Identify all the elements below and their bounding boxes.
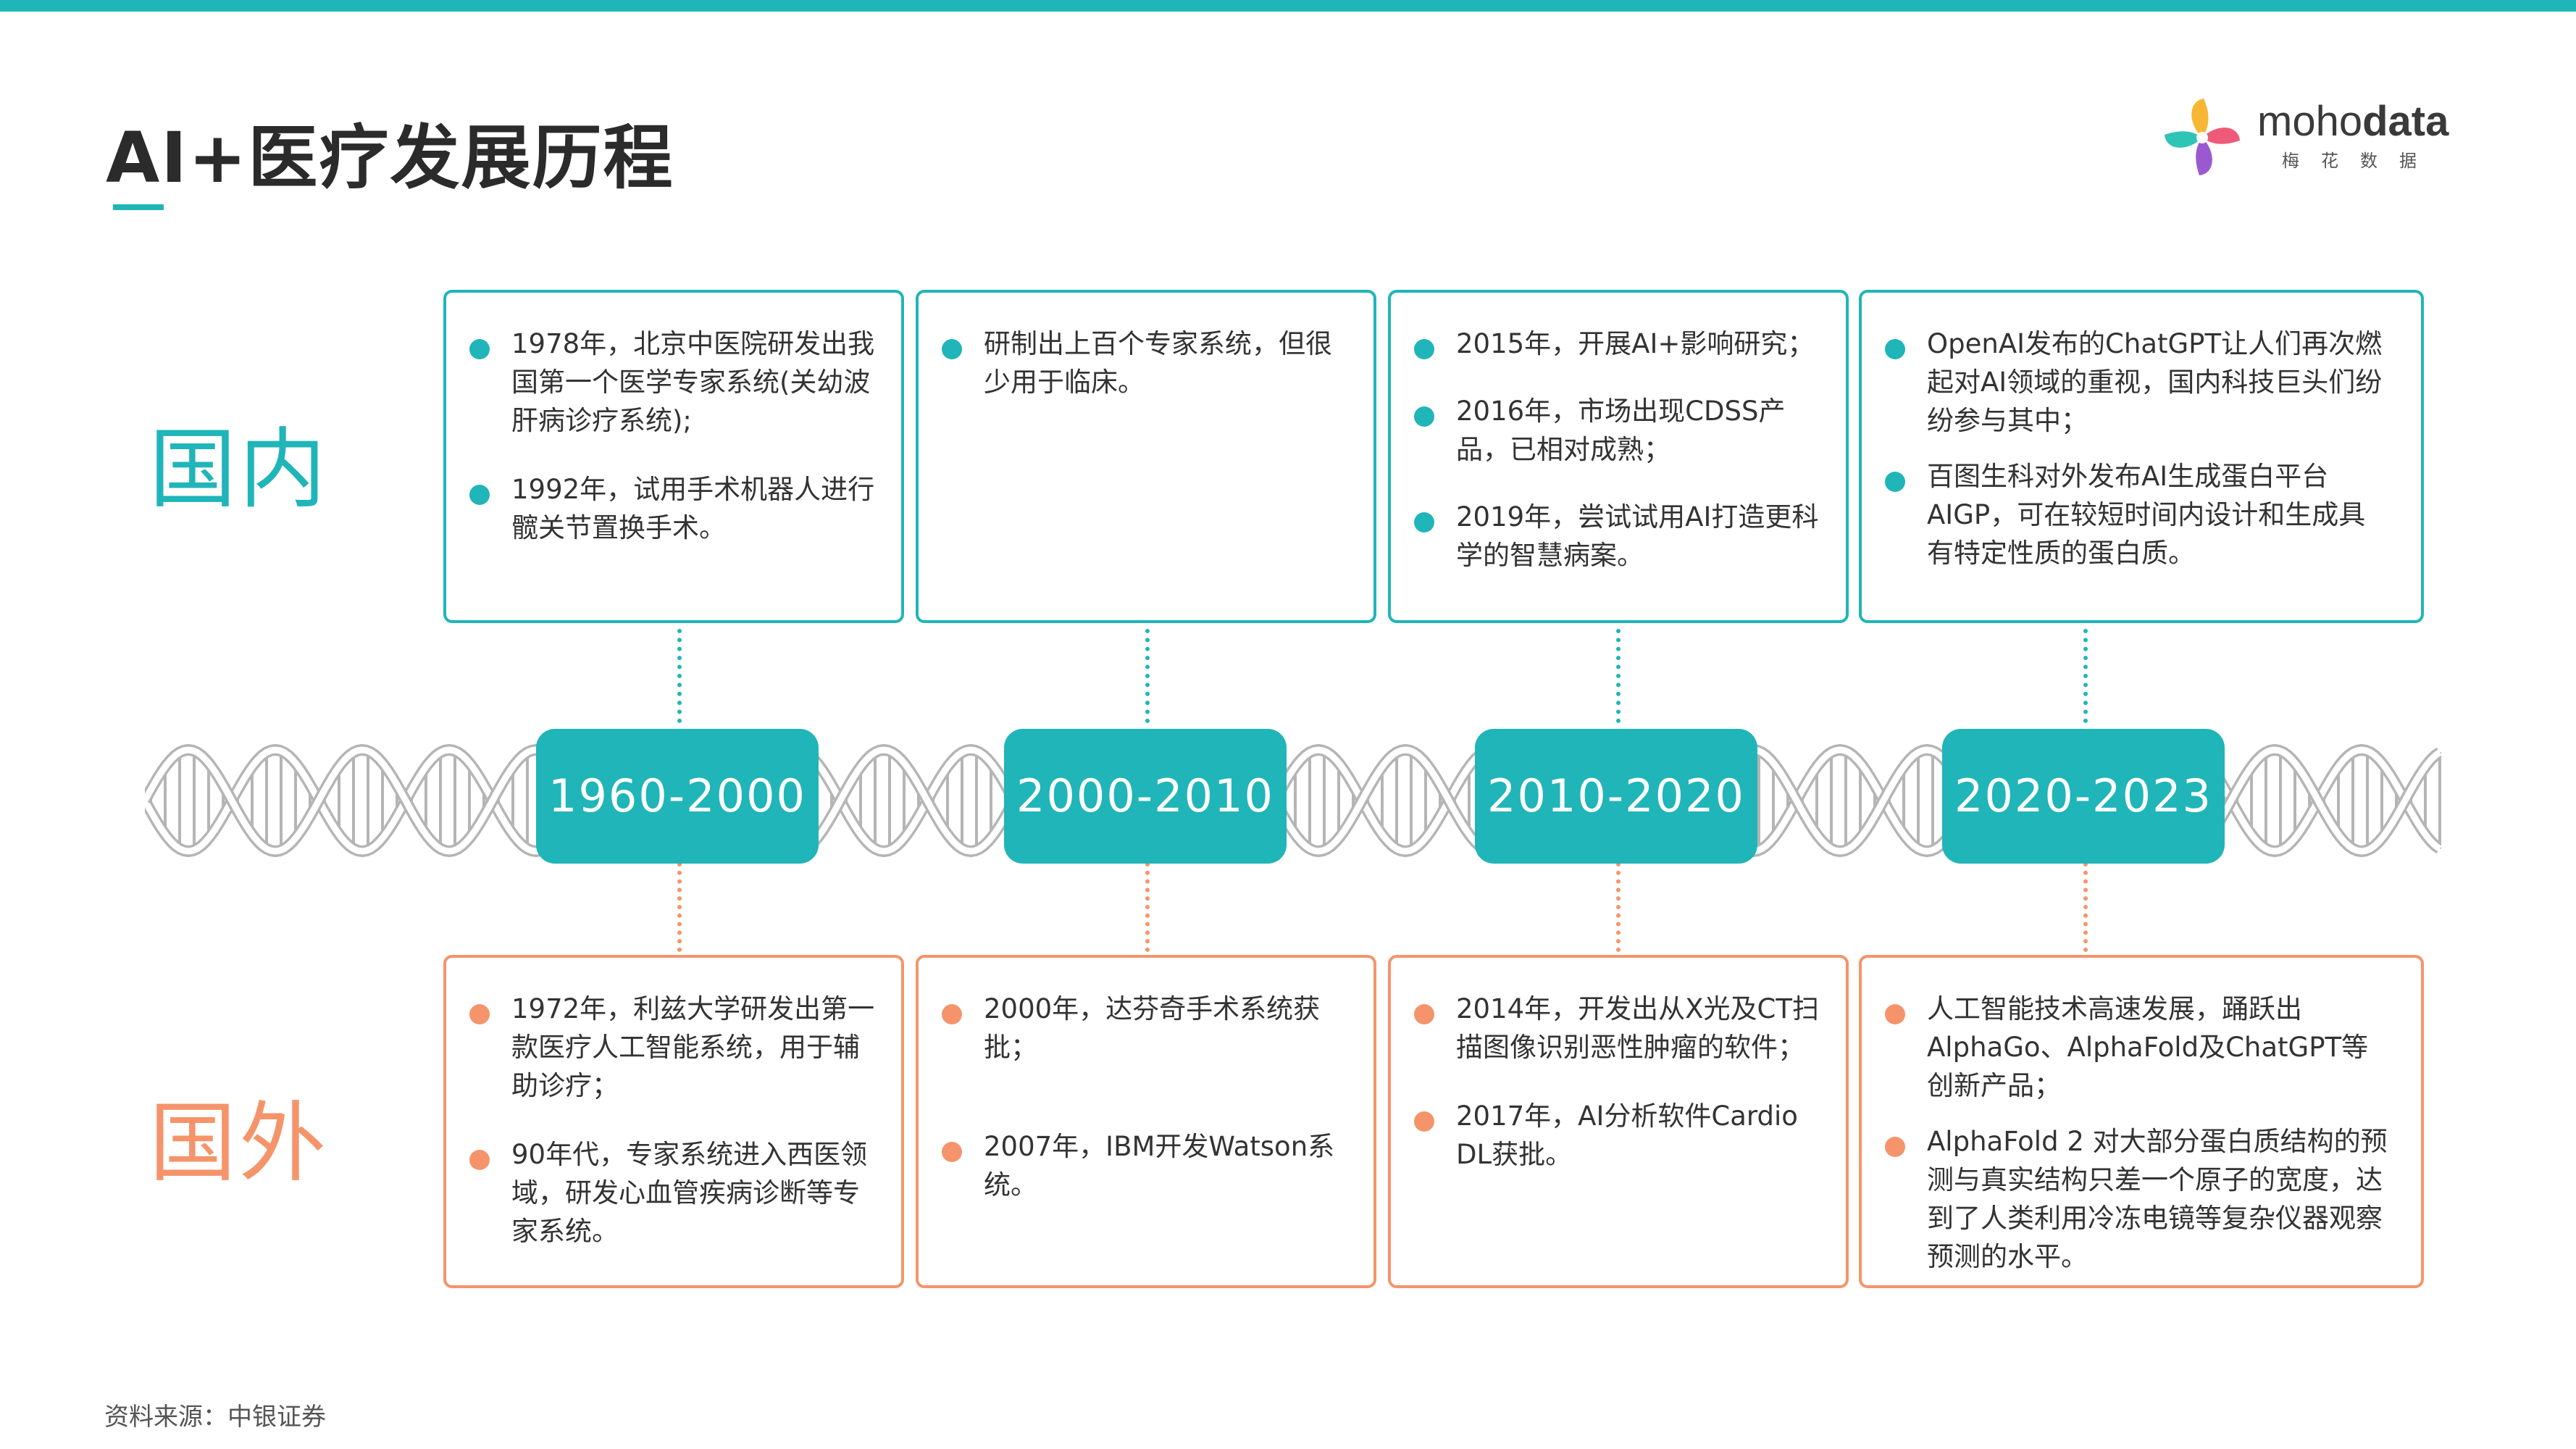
domestic-box-2010-2020: 2015年，开展AI+影响研究； 2016年，市场出现CDSS产品，已相对成熟；… (1388, 290, 1849, 623)
era-2020-2023: 2020-2023 (1942, 729, 2225, 864)
connector-up-3 (1616, 629, 1621, 723)
logo-subtitle: 梅花数据 (2282, 151, 2438, 171)
domestic-item: 2015年，开展AI+影响研究； (1414, 325, 1826, 363)
domestic-item: 百图生科对外发布AI生成蛋白平台AIGP，可在较短时间内设计和生成具有特定性质的… (1885, 457, 2383, 572)
foreign-box-2000-2010: 2000年，达芬奇手术系统获批； 2007年，IBM开发Watson系统。 (916, 955, 1376, 1288)
domestic-item: 2016年，市场出现CDSS产品，已相对成熟； (1414, 392, 1826, 469)
bullet-dot (1414, 339, 1434, 359)
domestic-box-2020-2023: OpenAI发布的ChatGPT让人们再次燃起对AI领域的重视，国内科技巨头们纷… (1859, 290, 2424, 623)
bullet-dot (1885, 472, 1905, 492)
title-underline (113, 204, 164, 210)
domestic-item: 2019年，尝试试用AI打造更科学的智慧病案。 (1414, 498, 1826, 575)
foreign-item: 人工智能技术高速发展，踊跃出AlphaGo、AlphaFold及ChatGPT等… (1885, 990, 2392, 1105)
foreign-item: 2017年，AI分析软件Cardio DL获批。 (1414, 1097, 1826, 1174)
domestic-item: OpenAI发布的ChatGPT让人们再次燃起对AI领域的重视，国内科技巨头们纷… (1885, 325, 2383, 440)
domestic-item: 1992年，试用手术机器人进行髋关节置换手术。 (469, 470, 881, 547)
foreign-item: AlphaFold 2 对大部分蛋白质结构的预测与真实结构只差一个原子的宽度，达… (1885, 1122, 2392, 1276)
pinwheel-logo-icon (2165, 99, 2240, 175)
domestic-label: 国内 (149, 419, 329, 520)
bullet-dot (1885, 1137, 1905, 1157)
source-note: 资料来源：中银证券 (104, 1403, 326, 1432)
domestic-item: 1978年，北京中医院研发出我国第一个医学专家系统(关幼波肝病诊疗系统); (469, 325, 881, 440)
connector-down-2 (1145, 862, 1150, 952)
bullet-dot (1414, 512, 1434, 533)
page-title: AI+医疗发展历程 (106, 117, 674, 199)
top-accent-bar (0, 0, 2576, 12)
era-1960-2000: 1960-2000 (536, 729, 819, 864)
bullet-dot (1885, 339, 1905, 359)
connector-down-3 (1616, 862, 1621, 952)
foreign-box-1960-2000: 1972年，利兹大学研发出第一款医疗人工智能系统，用于辅助诊疗； 90年代，专家… (443, 955, 904, 1288)
bullet-dot (1414, 1111, 1434, 1132)
bullet-dot (942, 1142, 962, 1162)
bullet-dot (1414, 406, 1434, 427)
foreign-item: 90年代，专家系统进入西医领域，研发心血管疾病诊断等专家系统。 (469, 1135, 881, 1250)
domestic-box-1960-2000: 1978年，北京中医院研发出我国第一个医学专家系统(关幼波肝病诊疗系统); 19… (443, 290, 904, 623)
bullet-dot (469, 339, 490, 359)
connector-down-1 (677, 862, 682, 952)
mohodata-logo: mohodata 梅花数据 (2159, 94, 2463, 181)
connector-down-4 (2083, 862, 2088, 952)
domestic-item: 研制出上百个专家系统，但很少用于临床。 (942, 325, 1353, 401)
domestic-box-2000-2010: 研制出上百个专家系统，但很少用于临床。 (916, 290, 1376, 623)
era-2010-2020: 2010-2020 (1475, 729, 1757, 864)
bullet-dot (469, 485, 490, 505)
foreign-item: 1972年，利兹大学研发出第一款医疗人工智能系统，用于辅助诊疗； (469, 990, 881, 1105)
foreign-item: 2000年，达芬奇手术系统获批； (942, 990, 1353, 1066)
era-2000-2010: 2000-2010 (1004, 729, 1287, 864)
bullet-dot (942, 339, 962, 359)
connector-up-4 (2083, 629, 2088, 723)
connector-up-1 (677, 629, 682, 723)
connector-up-2 (1145, 629, 1150, 723)
foreign-box-2010-2020: 2014年，开发出从X光及CT扫描图像识别恶性肿瘤的软件； 2017年，AI分析… (1388, 955, 1849, 1288)
foreign-item: 2007年，IBM开发Watson系统。 (942, 1127, 1353, 1204)
bullet-dot (1414, 1004, 1434, 1024)
foreign-label: 国外 (149, 1093, 329, 1194)
bullet-dot (1885, 1004, 1905, 1024)
logo-wordmark: mohodata (2257, 98, 2449, 145)
foreign-box-2020-2023: 人工智能技术高速发展，踊跃出AlphaGo、AlphaFold及ChatGPT等… (1859, 955, 2424, 1288)
bullet-dot (469, 1150, 490, 1170)
bullet-dot (942, 1004, 962, 1024)
foreign-item: 2014年，开发出从X光及CT扫描图像识别恶性肿瘤的软件； (1414, 990, 1826, 1066)
bullet-dot (469, 1004, 490, 1024)
